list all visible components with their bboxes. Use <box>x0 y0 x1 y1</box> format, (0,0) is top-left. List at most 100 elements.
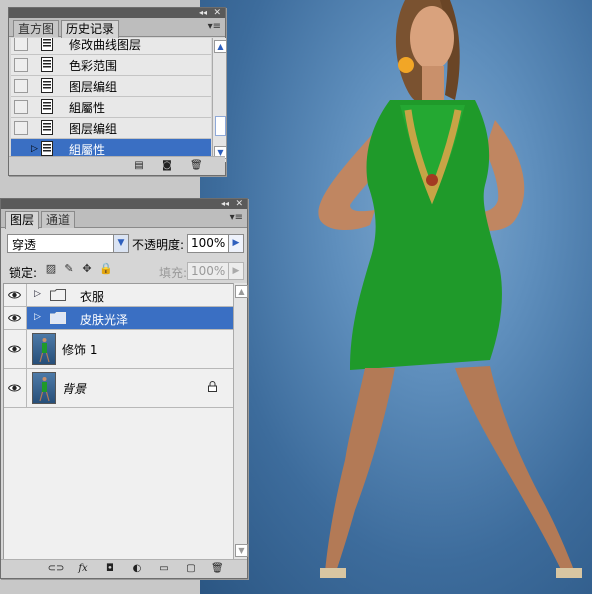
layer-thumbnail[interactable] <box>32 333 56 365</box>
tab-channels[interactable]: 通道 <box>41 211 76 228</box>
eye-icon <box>8 384 21 392</box>
panel-titlebar[interactable]: ◂◂ ✕ <box>9 8 225 18</box>
scroll-down-arrow-icon[interactable]: ▼ <box>235 544 248 557</box>
history-state-icon <box>41 141 53 156</box>
history-scrollbar[interactable]: ▲ ▼ <box>212 38 227 162</box>
opacity-field[interactable]: 100% <box>187 234 231 253</box>
lock-transparent-pixels-icon[interactable]: ▨ <box>45 263 57 275</box>
layer-thumbnail[interactable] <box>32 372 56 404</box>
history-item-label: 修改曲线图层 <box>69 38 142 52</box>
history-state-icon <box>41 120 53 135</box>
layers-panel: ◂◂ ✕ 图层 通道 ▾≡ 穿透 ▼ 不透明度: 100% ▶ 锁定: ▨ ✎ … <box>0 198 248 579</box>
snapshot-checkbox[interactable] <box>14 121 28 135</box>
visibility-toggle[interactable] <box>4 369 27 407</box>
blend-mode-select[interactable]: 穿透 ▼ <box>7 234 129 253</box>
blend-mode-value: 穿透 <box>12 238 37 252</box>
link-icon[interactable]: ⊂⊃ <box>47 563 65 574</box>
eye-icon <box>8 314 21 322</box>
panel-titlebar[interactable]: ◂◂ ✕ <box>1 199 247 209</box>
history-item[interactable]: 色彩范围 <box>11 55 211 76</box>
layer-name: 皮肤光泽 <box>80 313 129 327</box>
layer-list: ▷ 衣服 ▷ 皮肤光泽 修饰 1 背景 <box>3 283 234 562</box>
collapse-icon[interactable]: ◂◂ <box>221 199 229 209</box>
tab-history[interactable]: 历史记录 <box>61 20 120 38</box>
history-item-label: 組屬性 <box>69 101 106 115</box>
expand-triangle-icon[interactable]: ▷ <box>34 312 41 322</box>
fx-icon[interactable]: fx <box>77 563 89 574</box>
snapshot-checkbox[interactable] <box>14 58 28 72</box>
visibility-toggle[interactable] <box>4 284 27 306</box>
folder-icon <box>50 289 66 301</box>
layer-name: 衣服 <box>80 290 105 304</box>
history-state-icon <box>41 38 53 51</box>
fill-slider-arrow-icon[interactable]: ▶ <box>228 262 244 280</box>
history-item-label: 图层编组 <box>69 122 118 136</box>
history-bottom-bar: ▤ ◙ 🗑 <box>9 156 225 175</box>
layers-body: 穿透 ▼ 不透明度: 100% ▶ 锁定: ▨ ✎ ✥ 🔒 填充: 100% ▶… <box>1 229 248 562</box>
opacity-slider-arrow-icon[interactable]: ▶ <box>228 234 244 253</box>
fill-value: 100% <box>191 264 226 278</box>
history-state-icon <box>41 99 53 114</box>
layer-group-row-selected[interactable]: ▷ 皮肤光泽 <box>4 307 233 330</box>
lock-position-icon[interactable]: ✥ <box>81 263 93 275</box>
layers-scrollbar[interactable]: ▲ ▼ <box>233 283 248 560</box>
tab-histogram[interactable]: 直方图 <box>13 20 60 37</box>
layer-name: 修饰 1 <box>62 343 98 357</box>
lock-image-pixels-icon[interactable]: ✎ <box>63 263 75 275</box>
chevron-down-icon[interactable]: ▼ <box>113 235 128 252</box>
tab-layers[interactable]: 图层 <box>5 211 40 229</box>
opacity-label: 不透明度: <box>132 238 185 252</box>
thumbnail-figure <box>39 338 50 363</box>
new-group-icon[interactable]: ▭ <box>158 563 170 574</box>
history-item[interactable]: 組屬性 <box>11 97 211 118</box>
history-item[interactable]: 修改曲线图层 <box>11 38 211 55</box>
snapshot-checkbox[interactable] <box>14 79 28 93</box>
snapshot-checkbox[interactable] <box>14 100 28 114</box>
thumbnail-figure <box>39 377 50 402</box>
lock-all-icon[interactable]: 🔒 <box>99 263 113 275</box>
layer-name: 背景 <box>62 382 87 396</box>
layer-row[interactable]: 修饰 1 <box>4 330 233 369</box>
history-item[interactable]: 图层编组 <box>11 76 211 97</box>
eye-icon <box>8 291 21 299</box>
snapshot-checkbox[interactable] <box>14 38 28 51</box>
layer-group-row[interactable]: ▷ 衣服 <box>4 284 233 307</box>
canvas-photo <box>200 0 592 594</box>
history-tab-row: 直方图 历史记录 ▾≡ <box>9 18 225 38</box>
fill-field[interactable]: 100% <box>187 262 231 280</box>
history-brush-pointer-icon[interactable]: ▷ <box>31 144 38 154</box>
close-icon[interactable]: ✕ <box>235 199 243 209</box>
camera-snapshot-icon[interactable]: ◙ <box>161 160 173 171</box>
panel-menu-icon[interactable]: ▾≡ <box>208 21 221 32</box>
history-item-label: 色彩范围 <box>69 59 118 73</box>
model-illustration <box>318 0 582 578</box>
eye-icon <box>8 345 21 353</box>
lock-icon <box>208 381 217 392</box>
expand-triangle-icon[interactable]: ▷ <box>34 289 41 299</box>
folder-icon <box>50 312 66 324</box>
trash-icon[interactable]: 🗑 <box>190 160 203 171</box>
layer-row[interactable]: 背景 <box>4 369 233 408</box>
collapse-icon[interactable]: ◂◂ <box>199 8 207 18</box>
visibility-toggle[interactable] <box>4 330 27 368</box>
history-state-icon <box>41 57 53 72</box>
fill-label: 填充: <box>159 266 188 280</box>
new-document-from-state-icon[interactable]: ▤ <box>133 160 145 171</box>
adjustment-icon[interactable]: ◐ <box>131 563 143 574</box>
scroll-up-arrow-icon[interactable]: ▲ <box>235 285 248 298</box>
history-panel: ◂◂ ✕ 直方图 历史记录 ▾≡ 修改曲线图层 色彩范围 图层编组 組屬性 图层… <box>8 7 227 176</box>
mask-icon[interactable]: ◘ <box>104 563 116 574</box>
close-icon[interactable]: ✕ <box>213 8 221 18</box>
new-layer-icon[interactable]: ▢ <box>185 563 197 574</box>
history-item[interactable]: 图层编组 <box>11 118 211 139</box>
history-state-icon <box>41 78 53 93</box>
layers-bottom-bar: ⊂⊃ fx ◘ ◐ ▭ ▢ 🗑 <box>1 559 247 578</box>
visibility-toggle[interactable] <box>4 307 27 329</box>
opacity-value: 100% <box>191 236 226 250</box>
panel-menu-icon[interactable]: ▾≡ <box>230 212 243 223</box>
scroll-up-arrow-icon[interactable]: ▲ <box>214 40 227 53</box>
trash-icon[interactable]: 🗑 <box>211 563 224 574</box>
history-list: 修改曲线图层 色彩范围 图层编组 組屬性 图层编组 ▷ 組屬性 <box>11 38 211 162</box>
layers-tab-row: 图层 通道 ▾≡ <box>1 209 247 229</box>
scroll-thumb[interactable] <box>215 116 226 136</box>
